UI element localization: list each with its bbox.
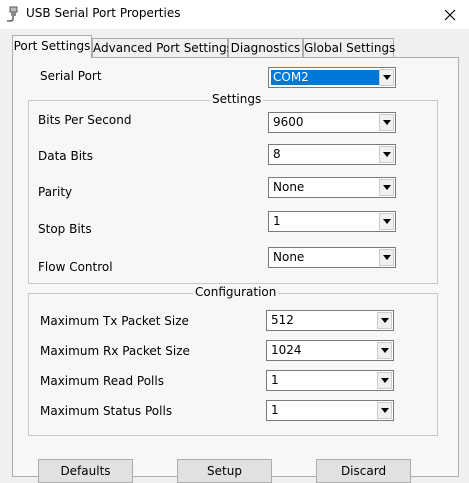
chevron-down-icon [382,152,391,157]
tab-advanced-port-settings[interactable]: Advanced Port Settings [92,38,233,57]
max-status-polls-value: 1 [271,403,279,417]
dropdown-button[interactable] [377,372,392,389]
configuration-group-title: Configuration [193,285,279,299]
data-bits-label: Data Bits [38,149,93,163]
dropdown-button[interactable] [379,213,394,230]
chevron-down-icon [382,75,391,80]
dropdown-button[interactable] [379,249,394,266]
usb-plug-icon [7,6,18,22]
flow-control-select[interactable]: None [268,247,396,268]
data-bits-value: 8 [273,147,281,161]
max-tx-packet-size-select[interactable]: 512 [266,310,394,331]
max-tx-packet-size-value: 512 [271,313,294,327]
tab-global-settings[interactable]: Global Settings [303,38,395,57]
data-bits-select[interactable]: 8 [268,144,396,165]
chevron-down-icon [382,255,391,260]
chevron-down-icon [382,185,391,190]
max-read-polls-value: 1 [271,373,279,387]
max-rx-packet-size-select[interactable]: 1024 [266,340,394,361]
dropdown-button[interactable] [379,69,394,86]
parity-select[interactable]: None [268,177,396,198]
flow-control-label: Flow Control [38,260,113,274]
dropdown-button[interactable] [379,114,394,131]
dropdown-button[interactable] [379,146,394,163]
discard-button[interactable]: Discard [316,459,411,483]
chevron-down-icon [380,318,389,323]
max-read-polls-select[interactable]: 1 [266,370,394,391]
dropdown-button[interactable] [377,402,392,419]
bits-per-second-select[interactable]: 9600 [268,112,396,133]
chevron-down-icon [380,378,389,383]
stop-bits-select[interactable]: 1 [268,211,396,232]
setup-button[interactable]: Setup [177,459,272,483]
stop-bits-label: Stop Bits [38,222,92,236]
bits-per-second-value: 9600 [273,115,304,129]
max-rx-packet-size-value: 1024 [271,343,302,357]
dropdown-button[interactable] [379,179,394,196]
dropdown-button[interactable] [377,312,392,329]
settings-group-title: Settings [210,92,264,106]
flow-control-value: None [273,250,305,264]
tab-port-settings[interactable]: Port Settings [12,35,92,58]
serial-port-select[interactable]: COM2 [268,67,396,88]
max-read-polls-label: Maximum Read Polls [40,374,164,388]
parity-label: Parity [38,185,73,199]
parity-value: None [273,180,305,194]
title-bar: USB Serial Port Properties [0,0,469,29]
chevron-down-icon [382,219,391,224]
stop-bits-value: 1 [273,214,281,228]
serial-port-value: COM2 [271,70,379,85]
max-tx-packet-size-label: Maximum Tx Packet Size [40,314,189,328]
max-status-polls-select[interactable]: 1 [266,400,394,421]
window-title: USB Serial Port Properties [26,6,181,20]
chevron-down-icon [380,408,389,413]
bits-per-second-label: Bits Per Second [38,113,132,127]
max-rx-packet-size-label: Maximum Rx Packet Size [40,344,190,358]
chevron-down-icon [382,120,391,125]
chevron-down-icon [380,348,389,353]
defaults-button[interactable]: Defaults [38,459,133,483]
close-button[interactable] [431,0,469,29]
serial-port-label: Serial Port [40,69,102,83]
dropdown-button[interactable] [377,342,392,359]
close-icon [444,9,456,20]
max-status-polls-label: Maximum Status Polls [40,404,173,418]
tab-diagnostics[interactable]: Diagnostics [228,38,303,57]
